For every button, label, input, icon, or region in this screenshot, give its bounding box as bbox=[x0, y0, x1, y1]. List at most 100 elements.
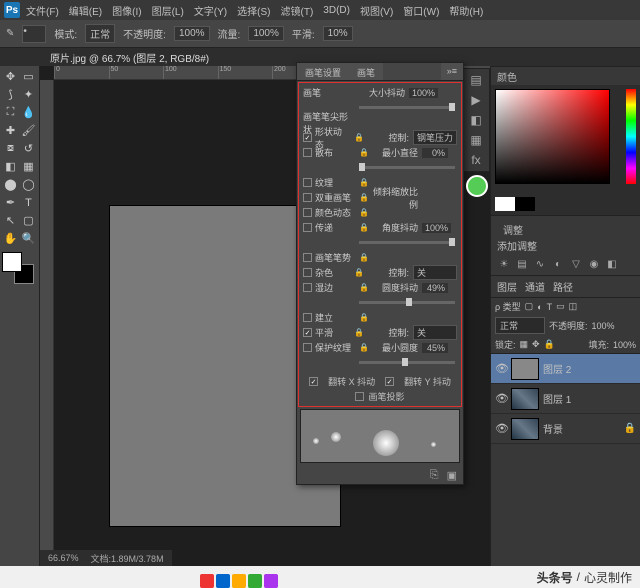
paths-tab[interactable]: 路径 bbox=[553, 279, 573, 294]
marquee-tool[interactable]: ▭ bbox=[20, 68, 37, 85]
texture-check[interactable] bbox=[303, 178, 312, 187]
menu-edit[interactable]: 编辑(E) bbox=[65, 1, 106, 20]
layer-opacity-value[interactable]: 100% bbox=[592, 321, 615, 331]
scatter-check[interactable] bbox=[303, 148, 312, 157]
lock-icon[interactable]: 🔒 bbox=[359, 223, 368, 232]
dodge-tool[interactable]: ◯ bbox=[20, 176, 37, 193]
noise-check[interactable] bbox=[303, 268, 312, 277]
roundness-jitter-value[interactable]: 49% bbox=[422, 283, 448, 293]
filter-adjust-icon[interactable]: ◐ bbox=[537, 302, 542, 312]
adjustments-tab[interactable]: 调整 bbox=[503, 222, 523, 237]
menu-type[interactable]: 文字(Y) bbox=[190, 1, 231, 20]
blur-tool[interactable]: ⬤ bbox=[2, 176, 19, 193]
visibility-icon[interactable]: 👁 bbox=[495, 422, 507, 435]
layer-row-0[interactable]: 👁 图层 2 bbox=[491, 354, 640, 384]
menu-help[interactable]: 帮助(H) bbox=[445, 1, 487, 20]
buildup-check[interactable] bbox=[303, 313, 312, 322]
lock-icon[interactable]: 🔒 bbox=[359, 148, 368, 157]
brush-projection-check[interactable] bbox=[355, 392, 364, 401]
menu-file[interactable]: 文件(F) bbox=[22, 1, 63, 20]
hand-tool[interactable]: ✋ bbox=[2, 230, 19, 247]
smooth-value[interactable]: 10% bbox=[323, 26, 353, 41]
visibility-icon[interactable]: 👁 bbox=[495, 392, 507, 405]
menu-filter[interactable]: 滤镜(T) bbox=[277, 1, 318, 20]
layer-name[interactable]: 背景 bbox=[543, 421, 563, 436]
layer-name[interactable]: 图层 2 bbox=[543, 361, 571, 376]
zoom-tool[interactable]: 🔍 bbox=[20, 230, 37, 247]
new-brush-icon[interactable]: ⎘ bbox=[430, 469, 439, 481]
document-tab[interactable]: 原片.jpg @ 66.7% (图层 2, RGB/8#) bbox=[50, 50, 209, 65]
color-field[interactable] bbox=[495, 89, 610, 184]
control-select[interactable]: 钢笔压力 bbox=[413, 130, 457, 145]
lock-icon[interactable]: 🔒 bbox=[354, 133, 363, 142]
swatches-icon[interactable]: ▦ bbox=[470, 133, 481, 147]
old-color-swatch[interactable] bbox=[515, 197, 535, 211]
lock-all-icon[interactable]: 🔒 bbox=[544, 339, 555, 350]
filter-shape-icon[interactable]: ▭ bbox=[556, 301, 565, 312]
protect-texture-check[interactable] bbox=[303, 343, 312, 352]
brush-presets-tab[interactable]: 画笔 bbox=[349, 63, 383, 80]
fill-value[interactable]: 100% bbox=[613, 340, 636, 350]
filter-smart-icon[interactable]: ◫ bbox=[569, 301, 578, 312]
size-jitter-value[interactable]: 100% bbox=[409, 88, 438, 98]
brush-pose-check[interactable] bbox=[303, 253, 312, 262]
crop-tool[interactable]: ⛶ bbox=[2, 104, 19, 121]
lock-position-icon[interactable]: ✥ bbox=[532, 339, 540, 350]
brush-settings-tab[interactable]: 画笔设置 bbox=[297, 63, 349, 80]
angle-jitter-value[interactable]: 100% bbox=[422, 223, 451, 233]
smoothing-check[interactable] bbox=[303, 328, 312, 337]
blend-mode-select[interactable]: 正常 bbox=[85, 24, 115, 43]
dual-brush-check[interactable] bbox=[303, 193, 312, 202]
eyedropper-tool[interactable]: 💧 bbox=[20, 104, 37, 121]
layer-thumb[interactable] bbox=[511, 388, 539, 410]
zoom-level[interactable]: 66.67% bbox=[48, 553, 79, 563]
history-icon[interactable]: ▤ bbox=[470, 73, 481, 87]
brush-tool[interactable]: 🖌 bbox=[20, 122, 37, 139]
move-tool[interactable]: ✥ bbox=[2, 68, 19, 85]
panel-menu-icon[interactable]: »≡ bbox=[441, 63, 463, 80]
menu-layer[interactable]: 图层(L) bbox=[148, 1, 188, 20]
lock-icon[interactable]: 🔒 bbox=[354, 328, 363, 337]
lock-icon[interactable]: 🔒 bbox=[359, 193, 368, 202]
shape-tool[interactable]: ▢ bbox=[20, 212, 37, 229]
doc-info[interactable]: 文档:1.89M/3.78M bbox=[91, 552, 164, 565]
flow-value[interactable]: 100% bbox=[248, 26, 284, 41]
wand-tool[interactable]: ✦ bbox=[20, 86, 37, 103]
adjust-levels-icon[interactable]: ▤ bbox=[515, 257, 529, 271]
lock-pixels-icon[interactable]: ▦ bbox=[520, 339, 529, 350]
layers-tab[interactable]: 图层 bbox=[497, 279, 517, 294]
flip-y-check[interactable] bbox=[385, 377, 394, 386]
eraser-tool[interactable]: ◧ bbox=[2, 158, 19, 175]
menu-view[interactable]: 视图(V) bbox=[356, 1, 397, 20]
adjust-vibrance-icon[interactable]: ▽ bbox=[569, 257, 583, 271]
actions-icon[interactable]: ▶ bbox=[471, 93, 480, 107]
lock-icon[interactable]: 🔒 bbox=[359, 208, 368, 217]
properties-icon[interactable]: ◧ bbox=[470, 113, 481, 127]
channels-tab[interactable]: 通道 bbox=[525, 279, 545, 294]
pen-tool[interactable]: ✒ bbox=[2, 194, 19, 211]
styles-icon[interactable]: fx bbox=[471, 153, 480, 167]
lock-icon[interactable]: 🔒 bbox=[359, 253, 368, 262]
layer-name[interactable]: 图层 1 bbox=[543, 391, 571, 406]
lock-icon[interactable]: 🔒 bbox=[354, 268, 363, 277]
layer-row-2[interactable]: 👁 背景 🔒 bbox=[491, 414, 640, 444]
layer-blend-mode[interactable]: 正常 bbox=[495, 317, 545, 334]
menu-image[interactable]: 图像(I) bbox=[108, 1, 145, 20]
brush-tool-icon[interactable]: ✎ bbox=[6, 28, 14, 39]
lasso-tool[interactable]: ⟆ bbox=[2, 86, 19, 103]
adjust-bw-icon[interactable]: ◧ bbox=[605, 257, 619, 271]
type-tool[interactable]: T bbox=[20, 194, 37, 211]
min-diameter-value[interactable]: 0% bbox=[422, 148, 448, 158]
filter-pixel-icon[interactable]: ▢ bbox=[525, 301, 534, 312]
hue-slider[interactable] bbox=[626, 89, 636, 184]
menu-select[interactable]: 选择(S) bbox=[233, 1, 274, 20]
layer-thumb[interactable] bbox=[511, 418, 539, 440]
color-dynamics-check[interactable] bbox=[303, 208, 312, 217]
adjust-hue-icon[interactable]: ◉ bbox=[587, 257, 601, 271]
lock-icon[interactable]: 🔒 bbox=[359, 313, 368, 322]
history-brush-tool[interactable]: ↺ bbox=[20, 140, 37, 157]
stamp-tool[interactable]: ⧇ bbox=[2, 140, 19, 157]
brush-preset-picker[interactable]: • bbox=[22, 25, 46, 43]
wet-edges-check[interactable] bbox=[303, 283, 312, 292]
roundness-control-select[interactable]: 关 bbox=[413, 325, 457, 340]
